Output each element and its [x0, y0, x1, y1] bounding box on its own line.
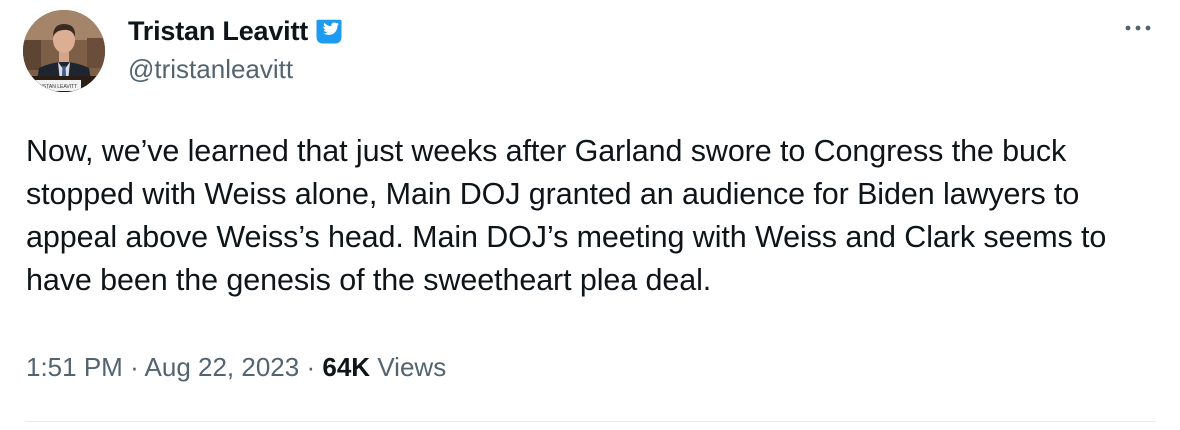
views-count: 64K	[322, 352, 371, 382]
meta-separator: ·	[306, 352, 316, 382]
tweet-time[interactable]: 1:51 PM	[26, 352, 123, 382]
tweet-metadata: 1:51 PM · Aug 22, 2023 · 64K Views	[26, 352, 446, 383]
author-handle[interactable]: @tristanleavitt	[128, 54, 293, 85]
meta-separator: ·	[130, 352, 139, 382]
tweet-card: TRISTAN LEAVITT Tristan Leavitt @tristan…	[0, 0, 1180, 430]
verified-badge-icon	[314, 16, 344, 46]
more-options-icon[interactable]	[1120, 18, 1156, 38]
tweet-text: Now, we’ve learned that just weeks after…	[26, 134, 1107, 297]
tweet-date[interactable]: Aug 22, 2023	[145, 352, 300, 382]
divider	[26, 421, 1156, 422]
avatar[interactable]: TRISTAN LEAVITT	[23, 10, 105, 92]
avatar-photo: TRISTAN LEAVITT	[23, 10, 105, 92]
author-name-row: Tristan Leavitt	[128, 13, 344, 49]
author-display-name[interactable]: Tristan Leavitt	[128, 16, 308, 47]
avatar-placard-text: TRISTAN LEAVITT	[35, 84, 77, 90]
views-label: Views	[377, 352, 447, 382]
